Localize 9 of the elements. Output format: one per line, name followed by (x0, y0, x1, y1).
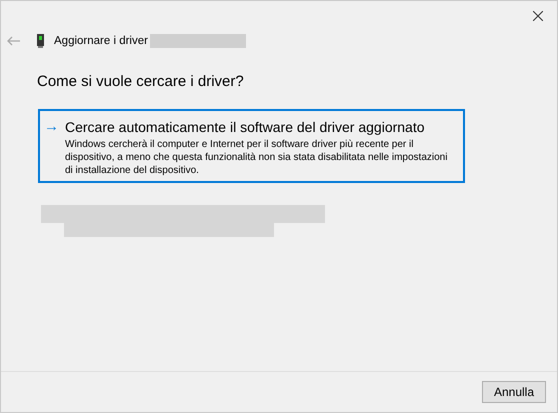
heading: Come si vuole cercare i driver? (37, 73, 245, 90)
option-card[interactable] (38, 109, 465, 183)
option-description: Windows cercherà il computer e Internet per il software driver più recente per il dispositivo, a meno che questa funzionalità non sia stata disabilitata nelle impostazioni di installazione del dispositivo. (65, 138, 448, 177)
arrow-icon: → (44, 119, 59, 177)
window-title: Aggiornare i driver (54, 35, 148, 47)
cancel-button[interactable]: Annulla (482, 381, 546, 403)
close-icon[interactable] (533, 11, 543, 21)
device-icon (37, 34, 44, 48)
option-title: Cercare automaticamente il software del driver aggiornato (65, 119, 426, 135)
